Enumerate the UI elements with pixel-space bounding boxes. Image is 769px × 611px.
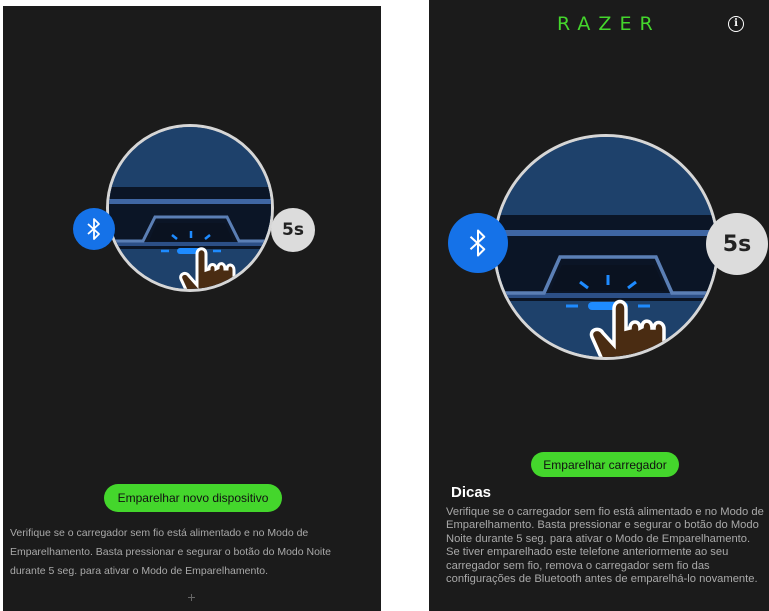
charger-illustration [109, 127, 271, 289]
charger-illustration [496, 137, 716, 357]
info-icon[interactable]: i [728, 16, 744, 32]
page-indicator [188, 594, 196, 602]
razer-logo: RAZER [557, 13, 661, 35]
bluetooth-icon [87, 218, 100, 240]
pairing-screen-left: 5s Emparelhar novo dispositivo Verifique… [3, 6, 381, 611]
tips-heading: Dicas [451, 484, 492, 501]
seconds-badge: 5s [271, 208, 315, 252]
pair-charger-button[interactable]: Emparelhar carregador [531, 452, 679, 477]
bluetooth-badge [448, 213, 508, 273]
tips-text: Verifique se o carregador sem fio está a… [446, 506, 764, 586]
pairing-instructions: Verifique se o carregador sem fio está a… [10, 527, 332, 577]
device-illustration [493, 134, 719, 360]
bluetooth-icon [469, 229, 486, 257]
device-illustration [106, 124, 274, 292]
bluetooth-badge [73, 208, 115, 250]
seconds-badge: 5s [706, 213, 768, 275]
pairing-screen-right: RAZER i 5s Emparelhar carregador Dicas V… [429, 0, 769, 611]
pair-new-device-button[interactable]: Emparelhar novo dispositivo [104, 484, 282, 512]
